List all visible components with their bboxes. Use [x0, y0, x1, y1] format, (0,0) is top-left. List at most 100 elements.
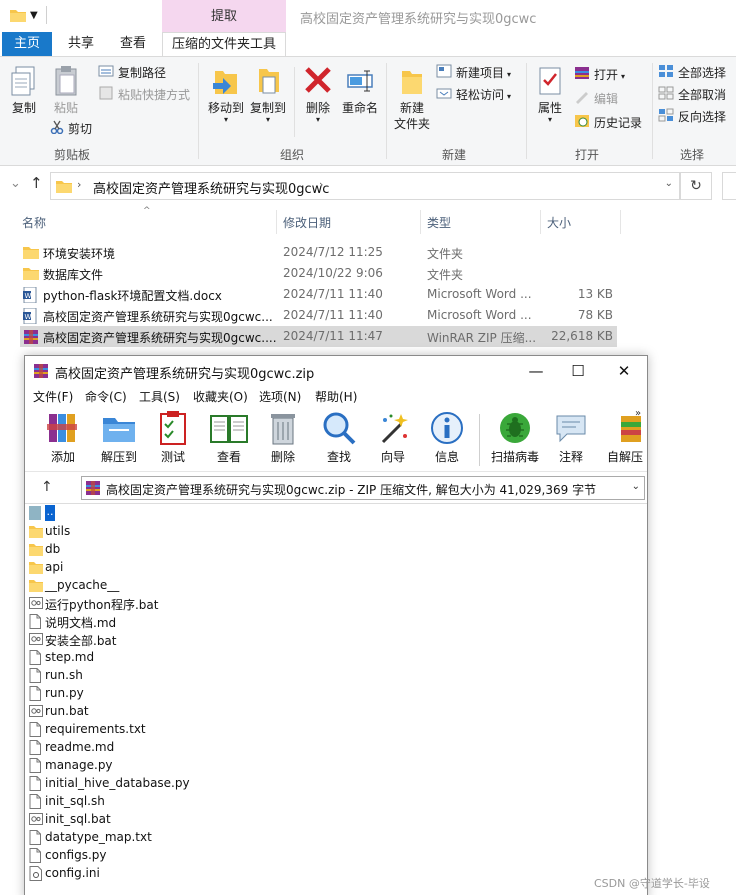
- winrar-icon: [33, 363, 49, 382]
- column-header-size[interactable]: 大小: [547, 214, 571, 231]
- folder-icon: [56, 179, 72, 196]
- file-date: 2024/7/11 11:40: [283, 287, 383, 301]
- file-icon: [29, 740, 41, 758]
- edit-button[interactable]: 编辑: [574, 89, 618, 109]
- winrar-icon: [23, 329, 39, 348]
- chevron-down-icon[interactable]: ⌄: [10, 176, 21, 191]
- chevron-right-icon[interactable]: ›: [319, 178, 323, 191]
- menu-options[interactable]: 选项(N): [259, 388, 301, 405]
- copy-button[interactable]: 复制: [6, 65, 42, 116]
- list-item-name: datatype_map.txt: [45, 830, 152, 844]
- history-button[interactable]: 历史记录: [574, 113, 642, 133]
- winrar-title: 高校固定资产管理系统研究与实现0gcwc.zip: [55, 367, 315, 382]
- maximize-button[interactable]: ☐: [561, 360, 595, 382]
- close-button[interactable]: ✕: [607, 360, 641, 382]
- rename-button[interactable]: 重命名: [340, 65, 380, 116]
- copy-label: 复制: [11, 101, 36, 115]
- paste-button[interactable]: 粘贴: [48, 65, 84, 116]
- easy-access-icon: [436, 86, 452, 106]
- add-button[interactable]: 添加: [37, 410, 89, 465]
- paste-label: 粘贴: [53, 101, 78, 115]
- copy-to-button[interactable]: 复制到 ▾: [246, 65, 290, 124]
- menu-help[interactable]: 帮助(H): [315, 388, 357, 405]
- new-item-button[interactable]: 新建项目 ▾: [436, 63, 511, 83]
- refresh-icon: ↻: [690, 178, 702, 194]
- file-size: 78 KB: [577, 308, 613, 322]
- divider: [652, 63, 653, 159]
- divider: [386, 63, 387, 159]
- file-type: WinRAR ZIP 压缩...: [427, 331, 537, 345]
- quick-access-dropdown-icon[interactable]: ▼: [30, 10, 38, 21]
- column-header-date[interactable]: 修改日期: [283, 214, 331, 231]
- menu-command[interactable]: 命令(C): [85, 388, 127, 405]
- chevron-right-icon[interactable]: ›: [77, 178, 81, 191]
- table-row[interactable]: 数据库文件 2024/10/22 9:06 文件夹: [20, 263, 617, 284]
- word-icon: W: [23, 286, 37, 306]
- word-icon: W: [23, 307, 37, 327]
- menu-tools[interactable]: 工具(S): [139, 388, 180, 405]
- list-item-name: init_sql.sh: [45, 794, 105, 808]
- copy-path-button[interactable]: 复制路径: [98, 63, 166, 83]
- list-item-name: db: [45, 542, 61, 556]
- table-row-selected[interactable]: 高校固定资产管理系统研究与实现0gcwc.... 2024/7/11 11:47…: [20, 326, 617, 347]
- comment-button[interactable]: 注释: [545, 410, 597, 465]
- up-arrow-icon[interactable]: ↑: [41, 479, 53, 495]
- group-label-select: 选择: [680, 148, 705, 162]
- easy-access-button[interactable]: 轻松访问 ▾: [436, 85, 511, 105]
- move-to-button[interactable]: 移动到 ▾: [204, 65, 248, 124]
- tab-home[interactable]: 主页: [2, 32, 52, 56]
- test-label: 测试: [160, 450, 185, 464]
- chevron-down-icon[interactable]: ⌄: [665, 178, 673, 189]
- folder-icon[interactable]: [10, 8, 26, 25]
- scan-virus-button[interactable]: 扫描病毒: [487, 410, 543, 465]
- properties-button[interactable]: 属性 ▾: [530, 65, 570, 124]
- table-row[interactable]: 环境安装环境 2024/7/12 11:25 文件夹: [20, 242, 617, 263]
- column-header-type[interactable]: 类型: [427, 214, 451, 231]
- paste-shortcut-button[interactable]: 粘贴快捷方式: [98, 85, 190, 105]
- table-row[interactable]: W python-flask环境配置文档.docx 2024/7/11 11:4…: [20, 284, 617, 305]
- winrar-menubar: 文件(F) 命令(C) 工具(S) 收藏夹(O) 选项(N) 帮助(H): [25, 386, 647, 406]
- select-none-button[interactable]: 全部取消: [658, 85, 726, 105]
- tab-share[interactable]: 共享: [58, 32, 104, 56]
- address-path[interactable]: 高校固定资产管理系统研究与实现0gcwc: [93, 178, 329, 197]
- refresh-button[interactable]: ↻: [680, 172, 712, 200]
- up-arrow-icon[interactable]: ↑: [30, 174, 43, 192]
- select-all-button[interactable]: 全部选择: [658, 63, 726, 83]
- test-button[interactable]: 测试: [147, 410, 199, 465]
- menu-file[interactable]: 文件(F): [33, 388, 73, 405]
- column-header-name[interactable]: 名称: [22, 214, 46, 231]
- tab-view[interactable]: 查看: [110, 32, 156, 56]
- watermark: CSDN @守道学长-毕设: [594, 877, 710, 890]
- info-button[interactable]: 信息: [421, 410, 473, 465]
- table-row[interactable]: W 高校固定资产管理系统研究与实现0gcwc... 2024/7/11 11:4…: [20, 305, 617, 326]
- list-item-name: manage.py: [45, 758, 113, 772]
- divider: [479, 414, 480, 466]
- edit-label: 编辑: [594, 92, 619, 106]
- extract-to-button[interactable]: 解压到: [93, 410, 145, 465]
- file-icon: [29, 614, 41, 632]
- cut-button[interactable]: 剪切: [50, 119, 92, 139]
- delete-button[interactable]: 删除 ▾: [298, 65, 338, 124]
- tab-compressed-folder-tools[interactable]: 压缩的文件夹工具: [162, 32, 286, 56]
- chevron-down-icon[interactable]: ⌄: [632, 481, 640, 492]
- minimize-button[interactable]: —: [519, 360, 553, 382]
- delete-label: 删除: [270, 450, 295, 464]
- winrar-window: 高校固定资产管理系统研究与实现0gcwc.zip — ☐ ✕ 文件(F) 命令(…: [24, 355, 648, 895]
- chevron-right-icon[interactable]: »: [635, 408, 641, 419]
- select-all-label: 全部选择: [678, 66, 727, 80]
- find-button[interactable]: 查找: [313, 410, 365, 465]
- address-bar[interactable]: › 高校固定资产管理系统研究与实现0gcwc › ⌄: [50, 172, 680, 200]
- file-list: ^ 名称 修改日期 类型 大小 环境安装环境 2024/7/12 11:25 文…: [0, 206, 736, 356]
- invert-selection-button[interactable]: 反向选择: [658, 107, 726, 127]
- open-button[interactable]: 打开 ▾: [574, 65, 625, 85]
- menu-favorites[interactable]: 收藏夹(O): [193, 388, 248, 405]
- new-folder-button[interactable]: 新建 文件夹: [390, 65, 434, 132]
- context-tab-extract[interactable]: 提取: [162, 0, 286, 32]
- winrar-path-box[interactable]: 高校固定资产管理系统研究与实现0gcwc.zip - ZIP 压缩文件, 解包大…: [81, 476, 645, 500]
- wizard-button[interactable]: 向导: [367, 410, 419, 465]
- view-button[interactable]: 查看: [203, 410, 255, 465]
- list-item-updir[interactable]: ..: [29, 505, 59, 523]
- bug-icon: [500, 413, 530, 443]
- delete-archive-button[interactable]: 删除: [257, 410, 309, 465]
- search-input[interactable]: [722, 172, 736, 200]
